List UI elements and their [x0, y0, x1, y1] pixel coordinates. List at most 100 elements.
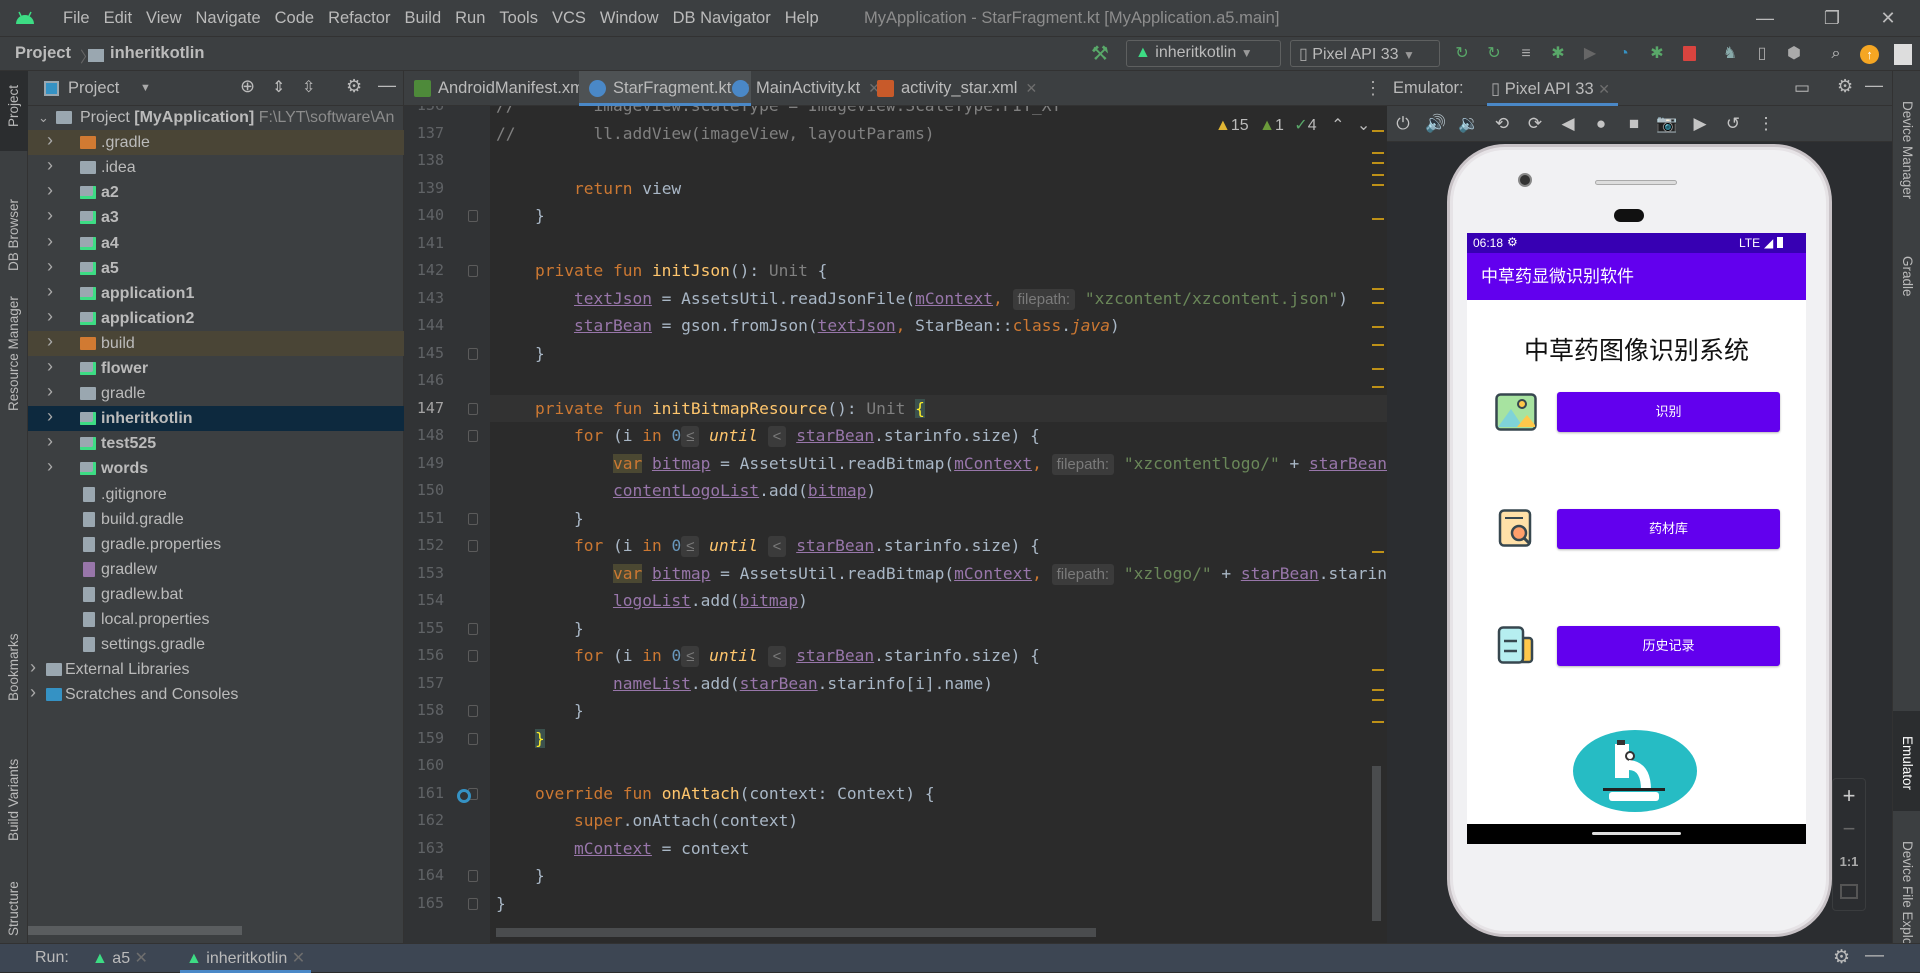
volume-up-icon[interactable]: 🔊: [1425, 114, 1447, 134]
fold-icon[interactable]: [468, 870, 478, 882]
project-view-title[interactable]: Project: [68, 79, 119, 98]
tab-activity-star-xml[interactable]: activity_star.xml ✕: [867, 71, 1037, 106]
volume-down-icon[interactable]: 🔉: [1458, 114, 1480, 134]
horizontal-scrollbar[interactable]: [28, 926, 242, 935]
debug-attach-icon[interactable]: ✱: [1647, 44, 1667, 64]
error-stripe-mark[interactable]: [1372, 302, 1384, 304]
error-stripe-mark[interactable]: [1372, 184, 1384, 186]
chevron-down-icon[interactable]: ▼: [140, 82, 151, 94]
tree-item[interactable]: › build: [28, 329, 404, 356]
update-icon[interactable]: ↑: [1860, 45, 1879, 64]
error-stripe-mark[interactable]: [1372, 218, 1384, 220]
error-stripe-mark[interactable]: [1372, 669, 1384, 671]
fold-icon[interactable]: [468, 210, 478, 222]
error-stripe-mark[interactable]: [1372, 689, 1384, 691]
expand-all-icon[interactable]: ⇕: [272, 77, 285, 97]
emulator-device-tab[interactable]: ▯ Pixel API 33 ✕: [1487, 71, 1618, 106]
history-button[interactable]: 历史记录: [1557, 626, 1780, 666]
chevron-right-icon[interactable]: ›: [30, 680, 36, 705]
error-stripe-mark[interactable]: [1372, 368, 1384, 370]
fold-icon[interactable]: [468, 402, 478, 415]
chevron-right-icon[interactable]: ›: [47, 203, 53, 228]
chevron-right-icon[interactable]: ›: [47, 454, 53, 479]
gear-icon[interactable]: ⚙: [1833, 946, 1850, 969]
fold-icon[interactable]: [468, 732, 478, 745]
restore-button[interactable]: ❐: [1812, 4, 1852, 32]
tree-root-item[interactable]: › External Libraries: [28, 657, 404, 682]
run-tab-inheritkotlin[interactable]: ▲ inheritkotlin ✕: [180, 948, 312, 973]
sdk-manager-icon[interactable]: ⬢: [1784, 44, 1804, 64]
tool-window-project[interactable]: Project: [6, 85, 21, 127]
tree-item[interactable]: › application2: [28, 306, 404, 331]
record-icon[interactable]: ▶: [1689, 114, 1711, 134]
gear-icon[interactable]: ⚙: [346, 76, 362, 97]
error-stripe-mark[interactable]: [1372, 162, 1384, 164]
code-editor[interactable]: 1361371381391401411421431441451461471481…: [404, 106, 1387, 943]
tree-item[interactable]: › a5: [28, 256, 404, 281]
tree-item[interactable]: › test525: [28, 431, 404, 456]
tool-window-bookmarks[interactable]: Bookmarks: [6, 633, 21, 701]
tree-item[interactable]: › .idea: [28, 155, 404, 180]
sync-icon[interactable]: ≡: [1516, 44, 1536, 64]
hide-icon[interactable]: —: [1865, 945, 1884, 967]
chevron-right-icon[interactable]: ›: [47, 279, 53, 304]
tool-window-build-variants[interactable]: Build Variants: [6, 759, 21, 841]
menu-file[interactable]: File: [56, 9, 97, 28]
chevron-right-icon[interactable]: ›: [47, 329, 53, 354]
herb-library-button[interactable]: 药材库: [1557, 509, 1780, 549]
run-config-select[interactable]: ▲ inheritkotlin ▼: [1126, 40, 1281, 67]
error-stripe-mark[interactable]: [1372, 152, 1384, 154]
more-tabs-icon[interactable]: ⋮: [1364, 78, 1382, 99]
close-window-button[interactable]: ✕: [1868, 4, 1908, 32]
tab-androidmanifest-xml[interactable]: AndroidManifest.xml✕: [404, 71, 607, 106]
menu-build[interactable]: Build: [397, 9, 448, 28]
fold-icon[interactable]: [468, 897, 478, 910]
tree-item[interactable]: › a3: [28, 205, 404, 230]
close-tab-icon[interactable]: ✕: [292, 950, 305, 967]
tree-item[interactable]: › .gradle: [28, 128, 404, 156]
hide-icon[interactable]: —: [378, 75, 396, 96]
overview-icon[interactable]: ■: [1623, 114, 1645, 134]
chevron-right-icon[interactable]: ›: [47, 379, 53, 404]
profiler-icon[interactable]: ◔: [1614, 44, 1634, 64]
vertical-scrollbar[interactable]: [1372, 766, 1381, 921]
menu-refactor[interactable]: Refactor: [321, 9, 397, 28]
chevron-right-icon[interactable]: ›: [47, 128, 53, 153]
zoom-in-button[interactable]: +: [1833, 779, 1865, 812]
tree-item[interactable]: local.properties: [28, 607, 404, 632]
tool-window-emulator[interactable]: Emulator: [1900, 736, 1915, 790]
back-icon[interactable]: ◀: [1557, 114, 1579, 134]
chevron-right-icon[interactable]: ›: [47, 254, 53, 279]
fold-icon[interactable]: [468, 705, 478, 717]
chevron-right-icon[interactable]: ›: [47, 304, 53, 329]
tree-item[interactable]: gradlew: [28, 557, 404, 582]
menu-edit[interactable]: Edit: [97, 9, 139, 28]
chevron-right-icon[interactable]: ›: [47, 229, 53, 254]
actual-size-button[interactable]: 1:1: [1833, 845, 1865, 878]
fold-icon[interactable]: [468, 347, 478, 360]
device-select[interactable]: ▯ Pixel API 33 ▼: [1290, 40, 1440, 67]
tree-item[interactable]: › a2: [28, 180, 404, 205]
collapse-all-icon[interactable]: ⇳: [302, 77, 315, 97]
tree-item[interactable]: › inheritkotlin: [28, 406, 404, 432]
error-stripe-mark[interactable]: [1372, 386, 1384, 388]
close-tab-icon[interactable]: ✕: [1598, 81, 1610, 97]
breadcrumb-module[interactable]: inheritkotlin: [110, 44, 204, 63]
fit-screen-icon[interactable]: [1840, 884, 1858, 899]
menu-code[interactable]: Code: [268, 9, 321, 28]
chevron-right-icon[interactable]: ›: [30, 655, 36, 680]
power-icon[interactable]: ⏻: [1392, 114, 1414, 134]
fold-icon[interactable]: [468, 540, 478, 552]
tree-item[interactable]: gradlew.bat: [28, 582, 404, 607]
tree-item[interactable]: settings.gradle: [28, 632, 404, 657]
rotate-left-icon[interactable]: ⟲: [1491, 114, 1513, 134]
tool-window-resource-manager[interactable]: Resource Manager: [6, 296, 21, 411]
fold-icon[interactable]: [468, 512, 478, 525]
tree-item[interactable]: .gitignore: [28, 482, 404, 507]
tree-item[interactable]: › application1: [28, 281, 404, 306]
gear-icon[interactable]: ⚙: [1837, 76, 1853, 97]
menu-run[interactable]: Run: [448, 9, 492, 28]
chevron-right-icon[interactable]: ›: [47, 429, 53, 454]
screenshot-icon[interactable]: 📷: [1656, 114, 1678, 134]
apply-changes-icon[interactable]: ↻: [1452, 44, 1472, 64]
